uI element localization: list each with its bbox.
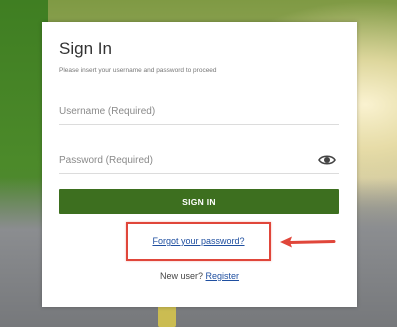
signin-subtitle: Please insert your username and password… — [59, 67, 217, 74]
password-input[interactable] — [59, 147, 339, 174]
signin-button[interactable]: SIGN IN — [59, 189, 339, 214]
new-user-text: New user? — [159, 271, 203, 281]
page-title: Sign In — [59, 39, 112, 58]
arrow-left-icon — [280, 236, 336, 248]
signin-card: Sign In Please insert your username and … — [42, 22, 357, 307]
forgot-password-link[interactable]: Forgot your password? — [128, 236, 269, 246]
register-link[interactable]: Register — [206, 271, 240, 281]
highlight-box: Forgot your password? — [126, 222, 271, 261]
username-input[interactable] — [59, 98, 339, 125]
new-user-row: New user? Register — [42, 271, 357, 281]
road-marking — [158, 305, 176, 327]
eye-icon[interactable] — [318, 153, 336, 167]
